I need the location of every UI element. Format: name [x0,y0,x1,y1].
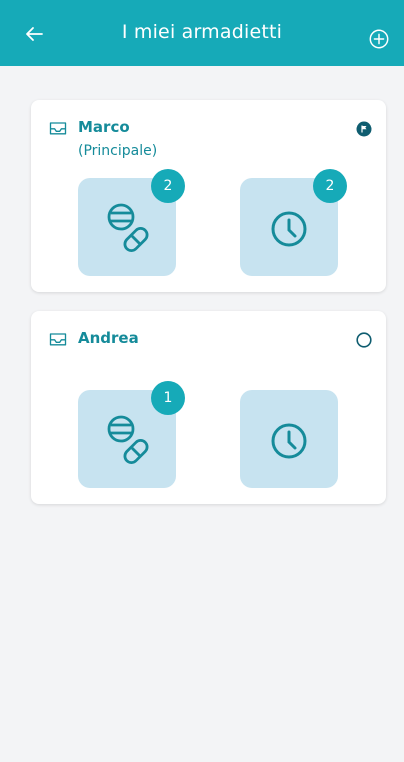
reminders-tile[interactable]: 2 [240,169,347,276]
cabinet-card[interactable]: Marco (Principale) 2 2 [31,100,386,292]
reminders-count-badge: 2 [313,169,347,203]
clock-icon [271,423,307,459]
reminders-tile[interactable] [240,390,338,488]
add-cabinet-icon[interactable] [368,28,390,50]
set-main-cabinet-circle-icon[interactable] [356,332,372,348]
cabinet-subtitle: (Principale) [78,143,158,159]
cabinet-name: Andrea [78,329,139,347]
cabinet-card[interactable]: Andrea 1 [31,311,386,504]
medicines-count-badge: 1 [151,381,185,415]
pills-icon [107,415,149,464]
medicines-tile[interactable]: 1 [78,381,185,488]
clock-icon [271,211,307,247]
inbox-icon [49,122,67,135]
medicines-tile[interactable]: 2 [78,169,185,276]
cabinet-name: Marco [78,118,130,136]
medicines-count-badge: 2 [151,169,185,203]
pills-icon [107,203,149,252]
main-cabinet-flag-icon[interactable] [356,121,372,137]
page-title: I miei armadietti [121,21,283,43]
app-header: I miei armadietti [0,0,404,66]
inbox-icon [49,333,67,346]
